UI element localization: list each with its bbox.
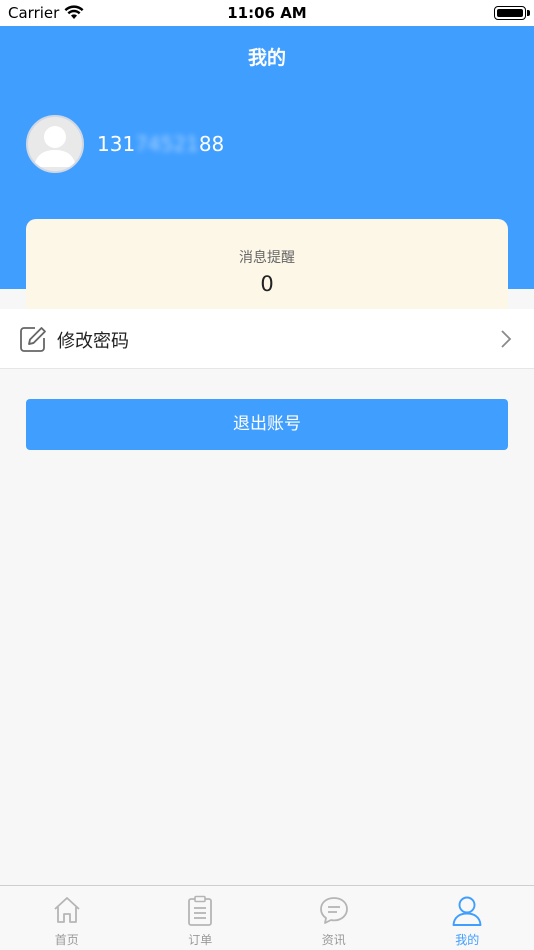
tab-mine[interactable]: 我的 bbox=[401, 886, 534, 950]
phone-suffix: 88 bbox=[198, 132, 225, 156]
status-time: 11:06 AM bbox=[227, 4, 307, 22]
home-icon bbox=[52, 895, 82, 929]
change-password-row[interactable]: 修改密码 bbox=[0, 309, 534, 369]
tab-news-label: 资讯 bbox=[321, 933, 346, 947]
order-icon bbox=[185, 895, 215, 931]
tab-mine-label: 我的 bbox=[455, 933, 480, 947]
tab-home-label: 首页 bbox=[54, 933, 79, 947]
chat-bubble-icon bbox=[318, 895, 350, 929]
page-title: 我的 bbox=[247, 47, 286, 69]
status-bar: Carrier 11:06 AM bbox=[0, 0, 534, 26]
edit-icon bbox=[19, 325, 47, 357]
phone-prefix: 131 bbox=[97, 132, 136, 156]
message-count: 0 bbox=[260, 272, 274, 296]
tab-orders[interactable]: 订单 bbox=[134, 886, 268, 950]
person-placeholder-icon bbox=[34, 126, 76, 167]
phone-masked: 74521 bbox=[135, 132, 199, 156]
message-reminder-card[interactable]: 消息提醒 0 bbox=[26, 219, 508, 315]
profile-header: 我的 1317452188 消息提醒 0 bbox=[0, 26, 534, 315]
tab-news[interactable]: 资讯 bbox=[267, 886, 401, 950]
tab-home[interactable]: 首页 bbox=[0, 886, 134, 950]
logout-button[interactable]: 退出账号 bbox=[26, 399, 508, 450]
battery-icon bbox=[494, 6, 530, 20]
tab-bar: 首页 订单 资讯 我的 bbox=[0, 885, 534, 950]
change-password-label: 修改密码 bbox=[57, 331, 129, 352]
tab-orders-label: 订单 bbox=[188, 933, 213, 947]
avatar[interactable] bbox=[26, 115, 84, 173]
user-phone: 1317452188 bbox=[97, 132, 224, 156]
message-reminder-label: 消息提醒 bbox=[239, 250, 295, 266]
chevron-right-icon bbox=[500, 329, 512, 353]
person-icon bbox=[451, 895, 483, 931]
